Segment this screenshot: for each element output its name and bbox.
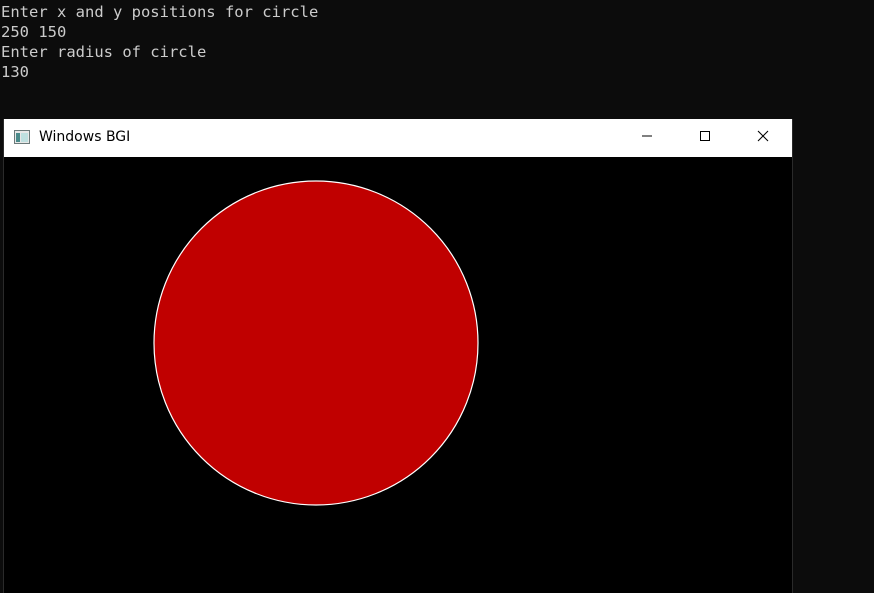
console-line-prompt-position: Enter x and y positions for circle [1,3,319,21]
maximize-button[interactable] [682,119,728,157]
drawn-circle [153,180,479,506]
window-titlebar[interactable]: Windows BGI [4,119,792,157]
window-title: Windows BGI [39,129,131,145]
console-line-position-input: 250 150 [1,23,67,41]
close-button[interactable] [740,119,786,157]
maximize-icon [699,129,711,147]
console-output: Enter x and y positions for circle 250 1… [1,2,318,82]
minimize-icon [641,129,653,147]
app-window-icon[interactable] [14,130,30,144]
bgi-graphics-window[interactable]: Windows BGI [3,119,793,593]
graphics-canvas [153,180,479,506]
minimize-button[interactable] [624,119,670,157]
graphics-canvas-area [4,157,792,593]
close-icon [757,129,769,147]
console-line-radius-input: 130 [1,63,29,81]
console-line-prompt-radius: Enter radius of circle [1,43,207,61]
